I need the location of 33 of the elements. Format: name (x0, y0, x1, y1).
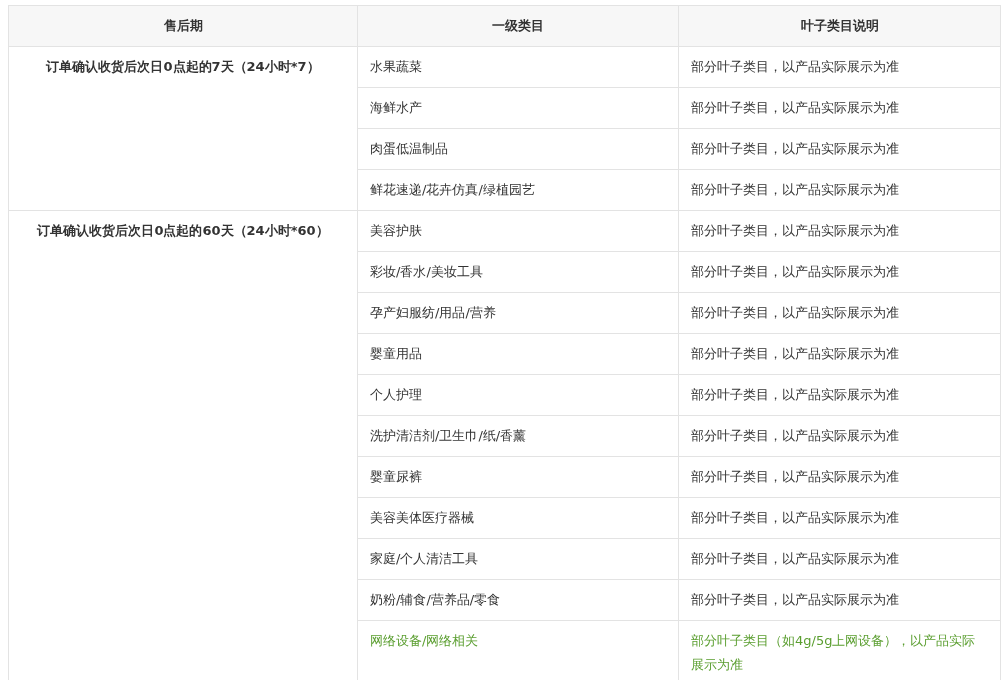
description-cell: 部分叶子类目，以产品实际展示为准 (678, 46, 1001, 88)
category-cell: 孕产妇服纺/用品/营养 (357, 292, 679, 334)
description-cell: 部分叶子类目，以产品实际展示为准 (678, 497, 1001, 539)
description-cell: 部分叶子类目，以产品实际展示为准 (678, 128, 1001, 170)
column-header: 叶子类目说明 (678, 5, 1001, 47)
description-cell: 部分叶子类目，以产品实际展示为准 (678, 169, 1001, 211)
column-header: 售后期 (8, 5, 358, 47)
description-cell: 部分叶子类目，以产品实际展示为准 (678, 210, 1001, 252)
description-cell: 部分叶子类目，以产品实际展示为准 (678, 456, 1001, 498)
category-cell: 家庭/个人清洁工具 (357, 538, 679, 580)
description-cell: 部分叶子类目，以产品实际展示为准 (678, 538, 1001, 580)
period-cell: 订单确认收货后次日0点起的7天（24小时*7） (8, 46, 358, 211)
category-cell: 洗护清洁剂/卫生巾/纸/香薰 (357, 415, 679, 457)
description-cell: 部分叶子类目，以产品实际展示为准 (678, 251, 1001, 293)
description-cell: 部分叶子类目，以产品实际展示为准 (678, 333, 1001, 375)
category-cell: 水果蔬菜 (357, 46, 679, 88)
category-cell: 美容护肤 (357, 210, 679, 252)
period-cell: 订单确认收货后次日0点起的60天（24小时*60） (8, 210, 358, 680)
column-header: 一级类目 (357, 5, 679, 47)
category-cell: 肉蛋低温制品 (357, 128, 679, 170)
category-cell: 个人护理 (357, 374, 679, 416)
category-cell: 奶粉/辅食/营养品/零食 (357, 579, 679, 621)
description-cell: 部分叶子类目，以产品实际展示为准 (678, 292, 1001, 334)
description-cell: 部分叶子类目，以产品实际展示为准 (678, 374, 1001, 416)
description-cell: 部分叶子类目，以产品实际展示为准 (678, 415, 1001, 457)
category-cell: 彩妆/香水/美妆工具 (357, 251, 679, 293)
description-cell: 部分叶子类目，以产品实际展示为准 (678, 87, 1001, 129)
category-cell: 鲜花速递/花卉仿真/绿植园艺 (357, 169, 679, 211)
category-cell: 婴童尿裤 (357, 456, 679, 498)
category-cell: 海鲜水产 (357, 87, 679, 129)
category-cell: 婴童用品 (357, 333, 679, 375)
description-cell: 部分叶子类目，以产品实际展示为准 (678, 579, 1001, 621)
category-cell: 美容美体医疗器械 (357, 497, 679, 539)
